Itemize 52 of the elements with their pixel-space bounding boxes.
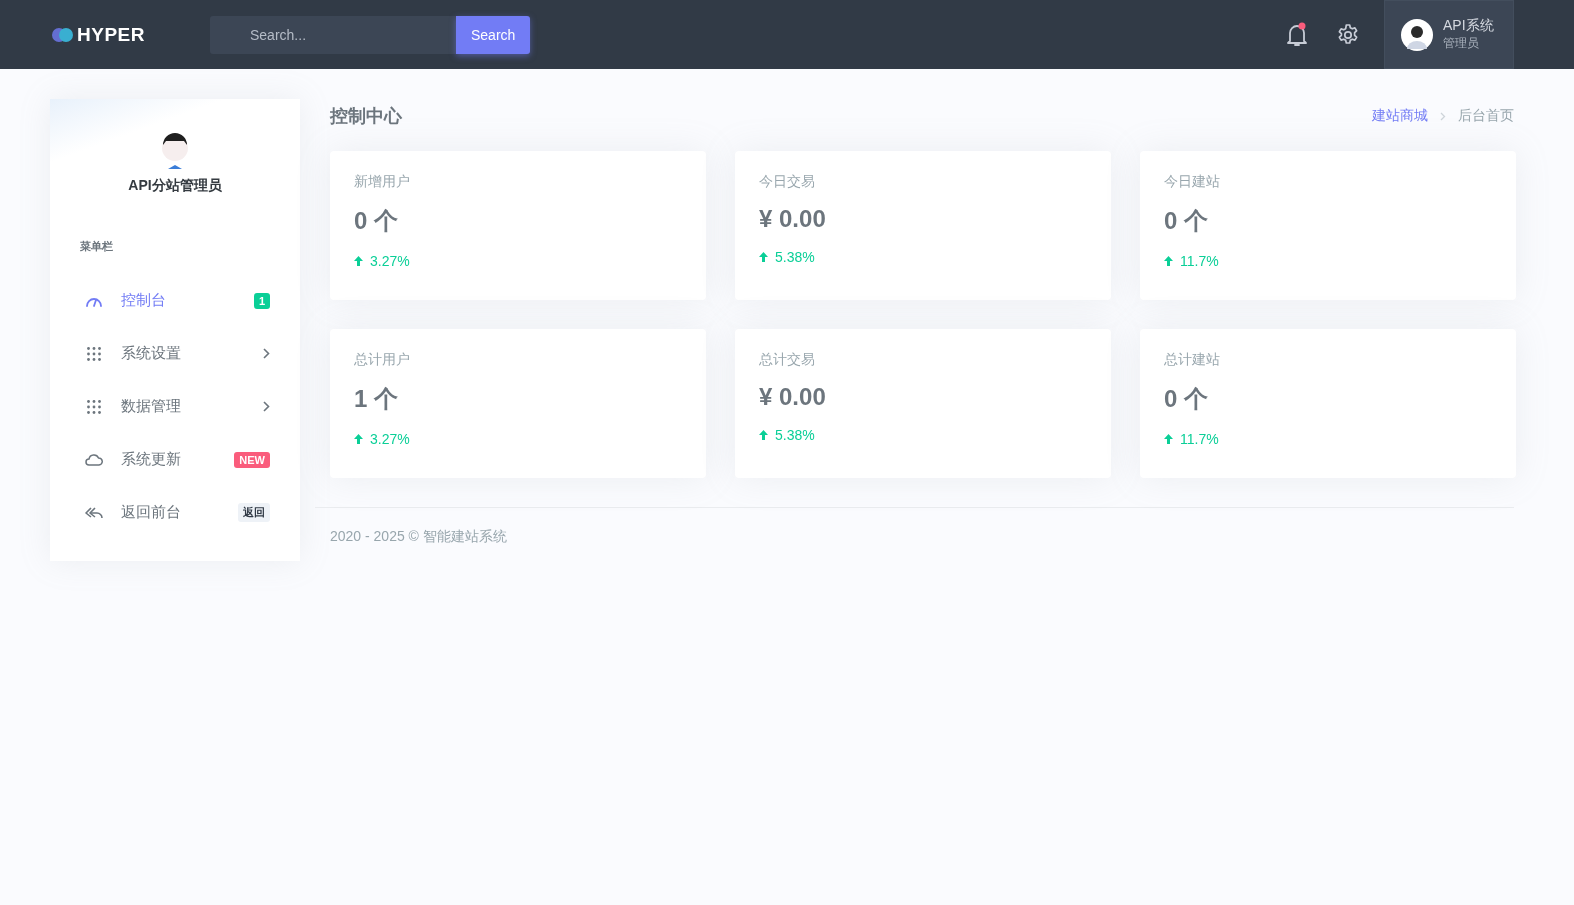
arrow-up-icon bbox=[354, 256, 363, 266]
stat-label: 总计交易 bbox=[759, 351, 816, 369]
arrow-up-icon bbox=[759, 430, 768, 440]
menu-badge: NEW bbox=[234, 451, 270, 468]
menu-badge: 返回 bbox=[238, 503, 270, 522]
menu-item[interactable]: 返回前台 返回 bbox=[80, 486, 270, 539]
stat-change: 5.38% bbox=[775, 249, 815, 265]
settings-icon[interactable] bbox=[1336, 22, 1360, 47]
menu-item[interactable]: 系统更新 NEW bbox=[80, 433, 270, 486]
user-menu[interactable]: API系统 管理员 bbox=[1384, 0, 1514, 69]
stat-value: ¥ 0.00 bbox=[759, 205, 827, 233]
arrow-up-icon bbox=[1164, 434, 1173, 444]
logo-icon bbox=[51, 26, 75, 43]
stat-value: ¥ 0.00 bbox=[759, 383, 827, 411]
bell-icon[interactable] bbox=[1285, 21, 1309, 48]
stat-change: 11.7% bbox=[1180, 431, 1219, 447]
arrow-up-icon bbox=[759, 252, 768, 262]
stat-label: 总计用户 bbox=[354, 351, 411, 369]
menu-item[interactable]: 控制台 1 bbox=[80, 274, 270, 327]
reply-icon bbox=[85, 506, 103, 519]
stat-change: 3.27% bbox=[370, 431, 410, 447]
breadcrumb-link[interactable]: 建站商城 bbox=[1372, 107, 1428, 125]
grid-icon bbox=[85, 346, 103, 361]
stat-value: 0 个 bbox=[354, 206, 399, 236]
arrow-up-icon bbox=[354, 434, 363, 444]
profile-name: API分站管理员 bbox=[128, 177, 222, 195]
grid-icon bbox=[85, 399, 103, 414]
menu-item[interactable]: 数据管理 bbox=[80, 380, 270, 433]
menu-item[interactable]: 系统设置 bbox=[80, 327, 270, 380]
stat-label: 今日交易 bbox=[759, 173, 816, 191]
stat-value: 0 个 bbox=[1164, 206, 1209, 236]
stat-change: 11.7% bbox=[1180, 253, 1219, 269]
stat-label: 今日建站 bbox=[1164, 173, 1221, 191]
arrow-up-icon bbox=[1164, 256, 1173, 266]
footer-text: 2020 - 2025 © 智能建站系统 bbox=[330, 528, 507, 544]
chevron-right-icon bbox=[1440, 111, 1446, 121]
stat-value: 1 个 bbox=[354, 384, 399, 414]
stat-change: 3.27% bbox=[370, 253, 410, 269]
avatar-icon bbox=[1401, 18, 1433, 51]
logo-text: HYPER bbox=[77, 23, 145, 46]
page-title: 控制中心 bbox=[330, 105, 402, 128]
menu-badge: 1 bbox=[253, 292, 270, 309]
search-button[interactable]: Search bbox=[456, 15, 531, 54]
cloud-icon bbox=[85, 453, 103, 466]
user-role: 管理员 bbox=[1443, 35, 1480, 52]
stat-label: 总计建站 bbox=[1164, 351, 1221, 369]
user-name: API系统 bbox=[1443, 17, 1494, 35]
stat-label: 新增用户 bbox=[354, 173, 411, 191]
search-field[interactable]: Search... bbox=[210, 15, 456, 54]
menu-section-title: 菜单栏 bbox=[80, 239, 114, 254]
stat-change: 5.38% bbox=[775, 427, 815, 443]
stat-value: 0 个 bbox=[1164, 384, 1209, 414]
